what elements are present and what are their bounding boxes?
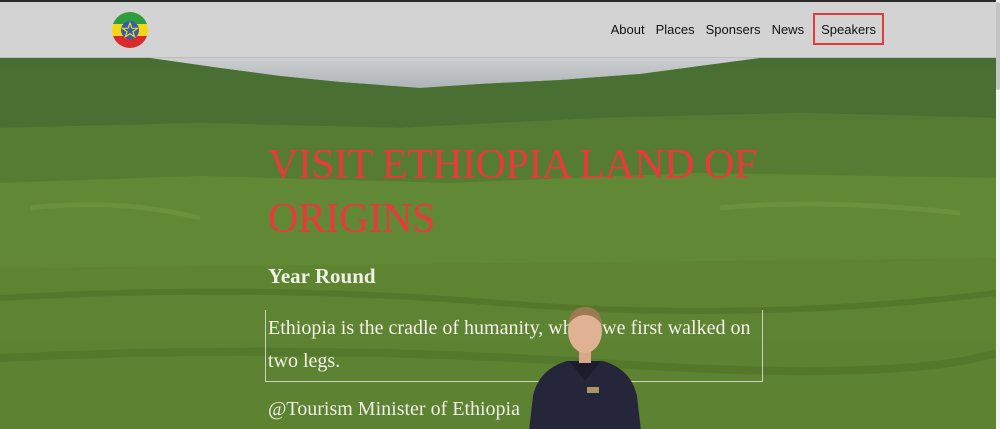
nav-link-about[interactable]: About [606, 16, 650, 43]
nav-link-sponsers[interactable]: Sponsers [701, 16, 766, 43]
scrollbar-thumb[interactable] [996, 2, 1000, 90]
nav-links: About Places Sponsers News Speakers [605, 13, 884, 45]
hero-headline: VISIT ETHIOPIA LAND OF ORIGINS [268, 142, 757, 242]
hero-quote: Ethiopia is the cradle of humanity, wher… [265, 310, 763, 382]
speaker-photo [529, 307, 641, 429]
nav-link-places[interactable]: Places [651, 16, 700, 43]
ethiopia-flag-logo-icon[interactable] [112, 12, 148, 48]
hero-subheading: Year Round [268, 264, 376, 288]
nav-link-news[interactable]: News [767, 16, 810, 43]
hero-section: VISIT ETHIOPIA LAND OF ORIGINS Year Roun… [0, 58, 996, 429]
page-frame: About Places Sponsers News Speakers VISI… [0, 0, 996, 429]
quote-attribution: @Tourism Minister of Ethiopia [268, 398, 520, 420]
nav-link-speakers[interactable]: Speakers [813, 13, 884, 45]
navbar: About Places Sponsers News Speakers [0, 2, 996, 58]
